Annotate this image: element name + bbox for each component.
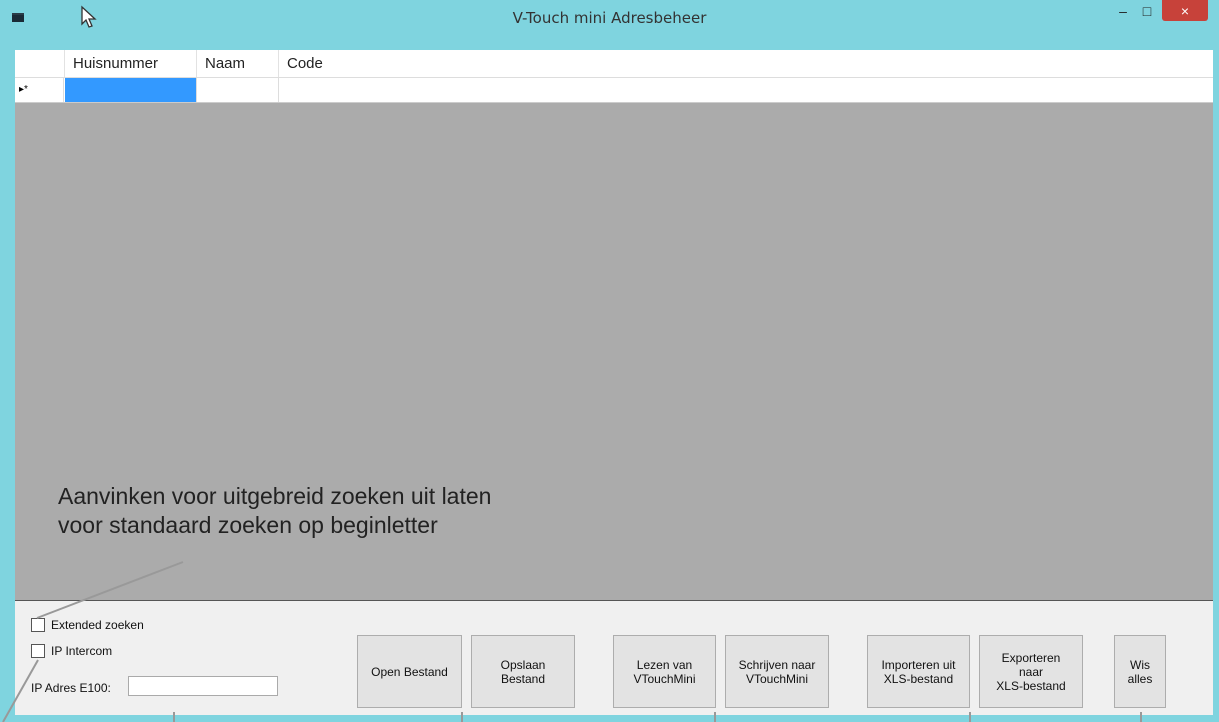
client-area: Huisnummer Naam Code ▸* Aanvinken voor u… [15,50,1213,715]
extended-search-box[interactable] [31,618,45,632]
window-title: V-Touch mini Adresbeheer [512,9,707,27]
cell-code[interactable] [279,78,1213,102]
column-header-code[interactable]: Code [279,50,1213,77]
ip-address-input[interactable] [128,676,278,696]
new-row[interactable]: ▸* [15,78,1213,103]
close-button[interactable]: × [1162,0,1208,21]
ip-address-label: IP Adres E100: [31,681,111,695]
clear-all-button[interactable]: Wis alles [1114,635,1166,708]
grid-header: Huisnummer Naam Code [15,50,1213,78]
write-device-button[interactable]: Schrijven naar VTouchMini [725,635,829,708]
ip-intercom-box[interactable] [31,644,45,658]
maximize-button[interactable]: □ [1134,0,1160,22]
read-device-button[interactable]: Lezen van VTouchMini [613,635,716,708]
cell-naam[interactable] [197,78,279,102]
ip-intercom-checkbox[interactable]: IP Intercom [31,644,112,658]
extended-search-label: Extended zoeken [51,618,144,632]
export-xls-button[interactable]: Exporteren naar XLS-bestand [979,635,1083,708]
row-header-corner [15,50,65,77]
ip-intercom-label: IP Intercom [51,644,113,658]
annotation-text: Aanvinken voor uitgebreid zoeken uit lat… [58,483,492,538]
column-header-huisnummer[interactable]: Huisnummer [65,50,197,77]
control-panel: Extended zoeken IP Intercom IP Adres E10… [15,600,1213,715]
column-header-naam[interactable]: Naam [197,50,279,77]
title-bar[interactable]: V-Touch mini Adresbeheer – □ × [0,0,1219,34]
import-xls-button[interactable]: Importeren uit XLS-bestand [867,635,970,708]
window-frame: V-Touch mini Adresbeheer – □ × Huisnumme… [0,0,1219,722]
cell-huisnummer[interactable] [65,78,197,102]
open-file-button[interactable]: Open Bestand [357,635,462,708]
address-grid[interactable]: Huisnummer Naam Code ▸* Aanvinken voor u… [15,50,1213,600]
save-file-button[interactable]: Opslaan Bestand [471,635,575,708]
minimize-button[interactable]: – [1110,0,1136,22]
new-row-marker[interactable]: ▸* [15,78,64,102]
extended-search-checkbox[interactable]: Extended zoeken [31,618,144,632]
